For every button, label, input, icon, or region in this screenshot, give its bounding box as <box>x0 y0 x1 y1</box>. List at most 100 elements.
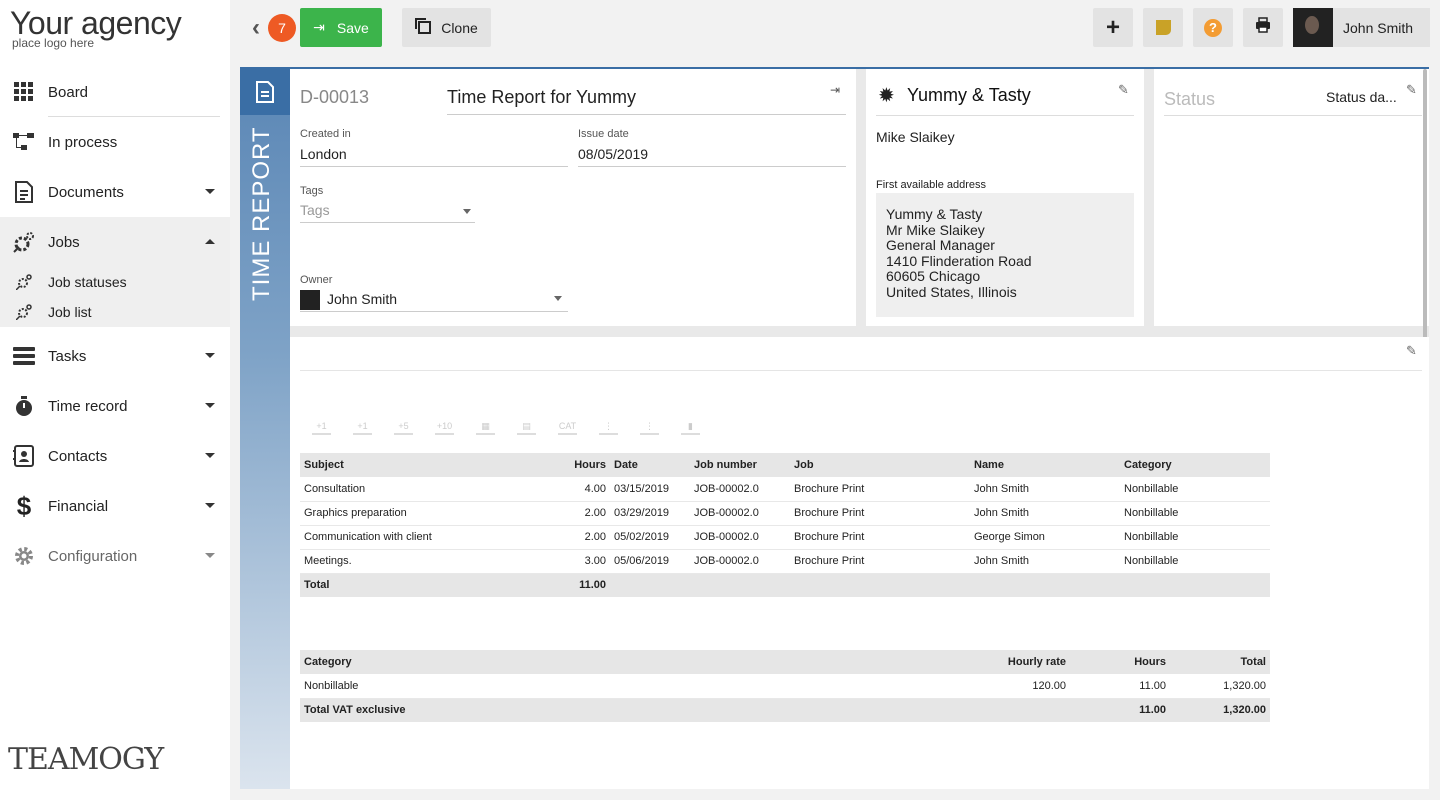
table-cell: 05/02/2019 <box>610 525 690 550</box>
customer-card: ✹ Yummy & Tasty ✎ Mike Slaikey First ava… <box>866 69 1144 326</box>
column-header[interactable]: Subject <box>300 453 553 477</box>
insert-10-rows-icon[interactable]: +10 <box>435 421 454 435</box>
job-statuses-icon <box>16 274 32 290</box>
table-cell: Nonbillable <box>1120 501 1270 526</box>
document-title-field[interactable]: Time Report for Yummy <box>447 83 846 115</box>
agency-logo[interactable]: Your agency place logo here <box>10 6 182 50</box>
table-cell: John Smith <box>970 477 1120 502</box>
sign-in-icon[interactable]: ⇥ <box>830 83 840 97</box>
table-total-row: Total 11.00 <box>300 573 1270 597</box>
address-label: First available address <box>876 179 987 191</box>
owner-select[interactable]: John Smith <box>300 288 568 312</box>
insert-5-rows-icon[interactable]: +5 <box>394 421 413 435</box>
issue-date-field[interactable]: 08/05/2019 <box>578 143 846 167</box>
badge-icon: ✹ <box>878 85 895 107</box>
edit-icon[interactable]: ✎ <box>1118 82 1129 98</box>
edit-icon[interactable]: ✎ <box>1406 343 1417 359</box>
table-row[interactable]: Consultation 4.00 03/15/2019 JOB-00002.0… <box>300 477 1270 502</box>
sticky-note-icon <box>1155 20 1171 35</box>
add-button[interactable]: + <box>1093 8 1133 47</box>
sidebar-item-in-process[interactable]: In process <box>0 117 230 167</box>
column-header[interactable]: Job <box>790 453 970 477</box>
table-row[interactable]: Meetings. 3.00 05/06/2019 JOB-00002.0 Br… <box>300 549 1270 574</box>
summary-table: Category Hourly rate Hours Total Nonbill… <box>300 650 1270 722</box>
created-in-field[interactable]: London <box>300 143 568 167</box>
sidebar-item-time-record[interactable]: Time record <box>0 381 230 431</box>
category-icon[interactable]: CAT <box>558 421 577 435</box>
address-line: 1410 Flinderation Road <box>886 252 1032 269</box>
column-header[interactable]: Hours <box>1070 650 1170 674</box>
column-header[interactable]: Category <box>1120 453 1270 477</box>
table-cell: 03/29/2019 <box>610 501 690 526</box>
user-menu[interactable]: John Smith <box>1293 8 1430 47</box>
table-split-icon[interactable]: ▤ <box>517 421 536 435</box>
edit-icon[interactable]: ✎ <box>1406 82 1417 98</box>
address-line: United States, Illinois <box>886 283 1017 300</box>
sidebar-item-label: Configuration <box>48 547 138 565</box>
total-label: Total <box>300 573 553 597</box>
table-cell: 2.00 <box>553 501 610 526</box>
sidebar-item-jobs[interactable]: Jobs <box>0 217 230 267</box>
notification-badge[interactable]: 7 <box>268 14 296 42</box>
save-label: Save <box>336 19 369 36</box>
status-date[interactable]: Status da... <box>1326 89 1397 105</box>
column-header[interactable]: Date <box>610 453 690 477</box>
table-row[interactable]: Nonbillable 120.00 11.00 1,320.00 <box>300 674 1270 699</box>
column-header[interactable]: Hours <box>553 453 610 477</box>
sidebar-item-documents[interactable]: Documents <box>0 167 230 217</box>
column-header[interactable]: Category <box>300 650 930 674</box>
sidebar-item-financial[interactable]: $ Financial <box>0 481 230 531</box>
table-row[interactable]: Communication with client 2.00 05/02/201… <box>300 525 1270 550</box>
sidebar-item-contacts[interactable]: Contacts <box>0 431 230 481</box>
sidebar-item-label: Financial <box>48 497 109 515</box>
table-row[interactable]: Graphics preparation 2.00 03/29/2019 JOB… <box>300 501 1270 526</box>
status-card: Status Status da... ✎ <box>1154 69 1429 644</box>
total-hours: 11.00 <box>1070 698 1170 722</box>
column-header[interactable]: Name <box>970 453 1120 477</box>
table-cell: Brochure Print <box>790 549 970 574</box>
chevron-left-icon[interactable]: ‹ <box>252 14 260 42</box>
chevron-down-icon <box>205 189 215 194</box>
customer-contact[interactable]: Mike Slaikey <box>876 129 955 145</box>
notes-button[interactable] <box>1143 8 1183 47</box>
table-cell: 05/06/2019 <box>610 549 690 574</box>
save-button[interactable]: ⇥ Save <box>300 8 382 47</box>
trash-icon[interactable]: ▮ <box>681 421 700 435</box>
document-panel: TIME REPORT D-00013 Time Report for Yumm… <box>240 67 1429 789</box>
clone-button[interactable]: Clone <box>402 8 491 47</box>
teamogy-logo: TEAMOGY <box>8 742 164 777</box>
more-vertical-icon[interactable]: ⋮ <box>640 421 659 435</box>
table-cell: Nonbillable <box>1120 549 1270 574</box>
status-field[interactable]: Status <box>1164 89 1215 110</box>
sidebar-item-configuration[interactable]: Configuration <box>0 531 230 581</box>
document-icon <box>12 180 36 204</box>
column-header[interactable]: Total <box>1170 650 1270 674</box>
divider <box>876 115 1134 116</box>
sidebar-item-job-statuses[interactable]: Job statuses <box>0 267 230 297</box>
help-button[interactable]: ? <box>1193 8 1233 47</box>
sidebar-item-job-list[interactable]: Job list <box>0 297 230 327</box>
sidebar-item-label: Time record <box>48 397 128 415</box>
add-row-icon[interactable]: +1 <box>312 421 331 435</box>
table-cell: 1,320.00 <box>1170 674 1270 699</box>
table-cell: 03/15/2019 <box>610 477 690 502</box>
sidebar-item-label: Contacts <box>48 447 108 465</box>
insert-row-icon[interactable]: +1 <box>353 421 372 435</box>
tags-select[interactable]: Tags <box>300 199 475 223</box>
more-vertical-icon[interactable]: ⋮ <box>599 421 618 435</box>
table-cell: JOB-00002.0 <box>690 477 790 502</box>
sidebar-item-tasks[interactable]: Tasks <box>0 331 230 381</box>
sidebar-item-label: Board <box>48 83 89 101</box>
column-header[interactable]: Job number <box>690 453 790 477</box>
customer-company[interactable]: Yummy & Tasty <box>907 85 1031 106</box>
table-cell: John Smith <box>970 501 1120 526</box>
table-toolbar: +1 +1 +5 +10 ▦ ▤ CAT ⋮ ⋮ ▮ <box>312 421 700 435</box>
table-icon[interactable]: ▦ <box>476 421 495 435</box>
column-header[interactable]: Hourly rate <box>930 650 1070 674</box>
print-button[interactable] <box>1243 8 1283 47</box>
table-cell: Brochure Print <box>790 525 970 550</box>
sidebar-item-board[interactable]: Board <box>0 67 230 117</box>
job-list-icon <box>16 304 32 320</box>
document-icon <box>240 69 290 115</box>
customer-address: Yummy & Tasty Mr Mike Slaikey General Ma… <box>876 193 1134 317</box>
